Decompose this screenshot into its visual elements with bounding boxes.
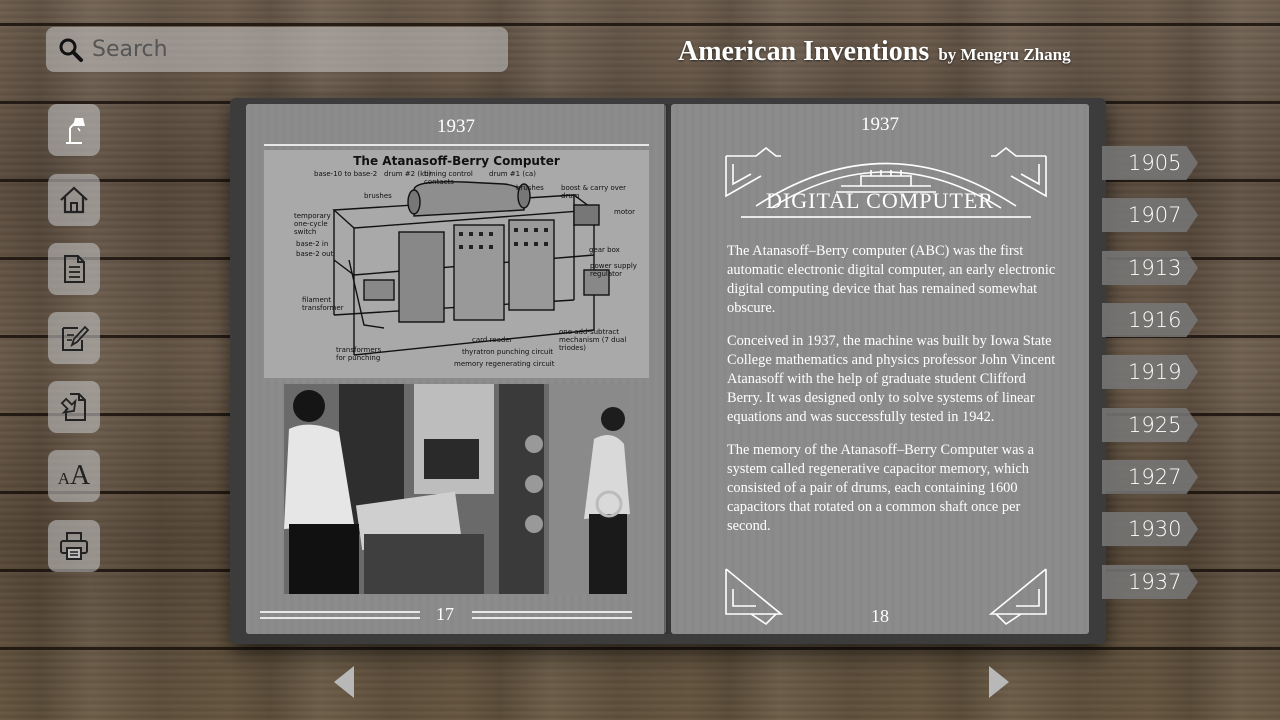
diagram-label: power supply regulator: [590, 262, 637, 278]
chapter-heading: DIGITAL COMPUTER: [766, 188, 994, 213]
footer-rule: [260, 617, 420, 619]
paragraph: The Atanasoff–Berry computer (ABC) was t…: [727, 243, 1056, 316]
search-icon: [59, 38, 83, 62]
year-tab-1919[interactable]: 1919: [1102, 355, 1198, 389]
diagram-label: filament transformer: [302, 296, 344, 312]
diagram-label: base-2 out: [296, 250, 334, 258]
left-page: 1937 The Atanasoff-Berry Computer base-1…: [246, 104, 666, 634]
print-button[interactable]: [48, 520, 100, 572]
lamp-button[interactable]: [48, 104, 100, 156]
diagram-label: brushes: [364, 192, 392, 200]
document-icon: [64, 255, 85, 283]
font-size-button[interactable]: AA: [48, 450, 100, 502]
document-button[interactable]: [48, 243, 100, 295]
diagram-label: card reader: [472, 336, 513, 344]
book: 1937 The Atanasoff-Berry Computer base-1…: [230, 98, 1106, 644]
header-divider: [264, 144, 649, 146]
font-size-icon: AA: [57, 460, 91, 491]
historic-photo: [284, 384, 630, 594]
diagram-label: drum #1 (ca): [489, 170, 536, 178]
diagram-label: transformers for punching: [336, 346, 382, 362]
year-tab-1907[interactable]: 1907: [1102, 198, 1198, 232]
author-byline: by Mengru Zhang: [938, 45, 1071, 64]
year-tab-1916[interactable]: 1916: [1102, 303, 1198, 337]
diagram-label: brushes: [516, 184, 544, 192]
search-bar[interactable]: [46, 27, 508, 72]
diagram-label: temporary one-cycle switch: [294, 212, 331, 236]
edit-button[interactable]: [48, 312, 100, 364]
year-tab-1927[interactable]: 1927: [1102, 460, 1198, 494]
search-input[interactable]: [90, 36, 494, 63]
lamp-icon: [66, 118, 85, 144]
app-title: American Inventions by Mengru Zhang: [678, 36, 1071, 68]
next-page-arrow[interactable]: [989, 666, 1009, 698]
print-icon: [60, 532, 88, 560]
left-page-number: 17: [436, 604, 454, 624]
diagram-label: timing control contacts: [424, 170, 473, 186]
diagram-label: gear box: [589, 246, 620, 254]
right-page: 1937 DIGITAL COMPUTER The Atanasoff–Berr…: [671, 104, 1089, 634]
year-tab-1913[interactable]: 1913: [1102, 251, 1198, 285]
diagram-label: motor: [614, 208, 636, 216]
year-tab-1905[interactable]: 1905: [1102, 146, 1198, 180]
heading-divider: [741, 216, 1031, 218]
diagram-label: base-2 in: [296, 240, 329, 248]
year-tab-1937[interactable]: 1937: [1102, 565, 1198, 599]
book-title: American Inventions: [678, 36, 930, 67]
diagram-label: thyratron punching circuit: [462, 348, 554, 356]
right-page-number: 18: [871, 606, 889, 626]
previous-page-arrow[interactable]: [334, 666, 354, 698]
paragraph: The memory of the Atanasoff–Berry Comput…: [727, 442, 1035, 534]
home-icon: [60, 186, 88, 214]
footer-rule: [472, 611, 632, 613]
year-tab-1925[interactable]: 1925: [1102, 408, 1198, 442]
left-page-year: 1937: [437, 116, 475, 137]
footer-rule: [260, 611, 420, 613]
computer-operators-photo: [284, 384, 630, 594]
abc-diagram: The Atanasoff-Berry Computer base-10 to …: [264, 150, 649, 378]
diagram-label: base-10 to base-2: [314, 170, 378, 178]
diagram-label: memory regenerating circuit: [454, 360, 555, 368]
year-tab-1930[interactable]: 1930: [1102, 512, 1198, 546]
download-button[interactable]: [48, 381, 100, 433]
edit-icon: [62, 325, 90, 351]
footer-rule: [472, 617, 632, 619]
diagram-label: boost & carry over drum: [561, 184, 627, 200]
article-body: The Atanasoff–Berry computer (ABC) was t…: [727, 242, 1057, 550]
home-button[interactable]: [48, 174, 100, 226]
paragraph: Conceived in 1937, the machine was built…: [727, 333, 1056, 425]
diagram-label: one add-subtract mechanism (7 dual triod…: [559, 328, 627, 352]
download-icon: [60, 393, 86, 421]
